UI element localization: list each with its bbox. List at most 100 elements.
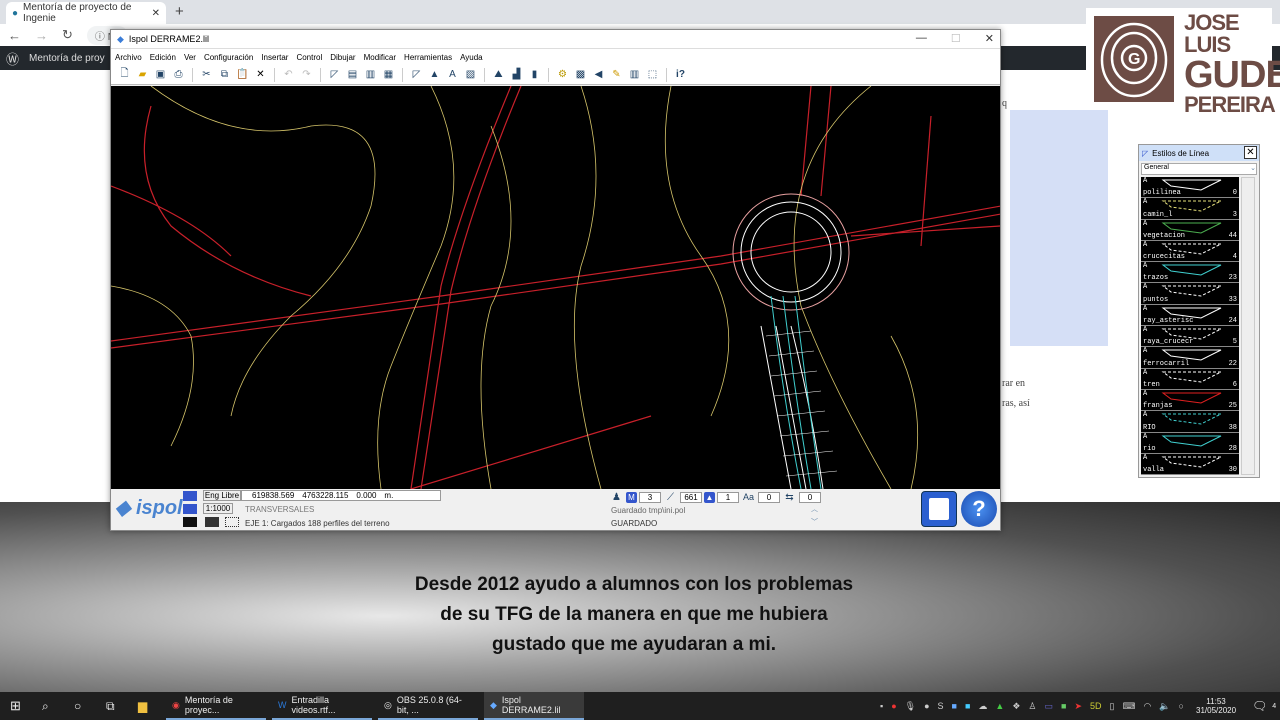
chart-icon[interactable]: ▥ [627,68,642,82]
scale-selector[interactable]: 1:1000 [203,503,233,514]
profile-text-icon[interactable]: ▥ [363,68,378,82]
clock[interactable]: 11:53 31/05/2020 [1196,692,1236,720]
tray-app-icon[interactable]: ➤ [1074,701,1082,712]
open-folder-icon[interactable]: ▰ [135,68,150,82]
tray-app-icon[interactable]: ▪ [880,701,883,711]
plan-window-icon[interactable]: ◸ [409,68,424,82]
drive-icon[interactable]: ▲ [995,701,1004,711]
settings-gear-icon[interactable]: ⚙ [555,68,570,82]
save-floppy-button[interactable] [921,491,957,527]
browser-tab[interactable]: ● Mentoría de proyecto de Ingenie ✕ [6,2,166,24]
taskbar-app-word[interactable]: W Entradilla videos.rtf... [272,692,372,720]
wordpress-logo-icon[interactable]: Ⓦ [6,49,19,68]
notifications-icon[interactable]: 🗨 4 [1252,692,1276,720]
line-icon[interactable]: ⟋ [663,490,678,504]
sections-icon[interactable]: ▦ [381,68,396,82]
maximize-button[interactable]: ☐ [951,32,961,45]
menu-modificar[interactable]: Modificar [364,53,396,62]
line-style-item[interactable]: A RIO 38 [1141,411,1239,433]
line-style-item[interactable]: A valla 30 [1141,454,1239,476]
image-icon[interactable]: ▩ [573,68,588,82]
m-icon[interactable]: M [626,491,637,503]
menu-insertar[interactable]: Insertar [261,53,288,62]
paste-icon[interactable]: 📋 [235,68,250,82]
layer-icon[interactable]: ▮ [527,68,542,82]
taskbar-app-ispol[interactable]: ◆ Ispol DERRAME2.lil [484,692,584,720]
taskbar-app-chrome[interactable]: ◉ Mentoría de proyec... [166,692,266,720]
drawing-canvas[interactable] [110,85,1002,490]
menu-configuracion[interactable]: Configuración [204,53,253,62]
new-tab-icon[interactable]: + [175,3,184,20]
line-style-item[interactable]: A raya_crucecr 5 [1141,326,1239,348]
panel-close-button[interactable]: ✕ [1244,146,1257,159]
back-icon[interactable]: ← [8,28,21,43]
menu-edicion[interactable]: Edición [150,53,176,62]
black-background-icon[interactable] [183,517,197,527]
pencil-icon[interactable]: ✎ [609,68,624,82]
focus-icon[interactable]: ○ [1179,701,1184,711]
sections-window-icon[interactable]: ▧ [463,68,478,82]
scroll-down-icon[interactable]: ﹀ [811,517,818,527]
save-icon[interactable]: ▣ [153,68,168,82]
task-view-icon[interactable]: ⧉ [106,692,115,720]
start-windows-icon[interactable]: ⊞ [10,692,21,720]
taskbar-app-obs[interactable]: ◎ OBS 25.0.8 (64-bit, ... [378,692,478,720]
microphone-icon[interactable]: 🎙 [905,701,916,712]
dropbox-icon[interactable]: ❖ [1012,701,1020,712]
3d-box-icon[interactable]: ⬚ [645,68,660,82]
volume-icon[interactable]: 🔈 [1159,701,1170,712]
close-button[interactable]: ✕ [985,32,994,45]
coord-mode-icon[interactable] [183,491,197,501]
menu-ayuda[interactable]: Ayuda [460,53,483,62]
battery-icon[interactable]: ▯ [1110,701,1115,712]
delete-icon[interactable]: ✕ [253,68,268,82]
copy-icon[interactable]: ⧉ [217,68,232,82]
keyboard-icon[interactable]: ⌨ [1122,701,1135,712]
line-style-item[interactable]: A tren 6 [1141,369,1239,390]
line-style-item[interactable]: A ray_asterisc 24 [1141,305,1239,327]
swap-icon[interactable]: ⇆ [782,490,797,504]
tray-record-icon[interactable]: ● [891,701,896,711]
help-button[interactable]: ? [961,491,997,527]
menu-dibujar[interactable]: Dibujar [330,53,355,62]
redo-icon[interactable]: ↷ [299,68,314,82]
line-style-item[interactable]: A franjas 25 [1141,390,1239,412]
terrain-icon[interactable]: ⛰ [491,68,506,82]
usb-icon[interactable]: ♙ [1028,701,1036,712]
text-aa-icon[interactable]: Aa [741,490,756,504]
edit-mode-button[interactable]: Eng Libre [203,490,241,501]
menu-control[interactable]: Control [296,53,322,62]
skype-icon[interactable]: S [938,701,944,711]
new-file-icon[interactable]: 🗋 [117,68,132,82]
close-tab-icon[interactable]: ✕ [152,8,160,19]
line-style-item[interactable]: A crucecitas 4 [1141,241,1239,263]
line-style-item[interactable]: A trazos 23 [1141,262,1239,284]
menu-ver[interactable]: Ver [184,53,196,62]
grid-icon[interactable] [205,517,219,527]
profile-icon[interactable]: ♟ [609,490,624,504]
profile-view-icon[interactable]: ▤ [345,68,360,82]
panel-scrollbar[interactable] [1241,177,1255,475]
search-icon[interactable]: ⌕ [42,692,49,720]
measure-icon[interactable]: ▟ [509,68,524,82]
file-explorer-icon[interactable]: ▆ [138,692,147,720]
monitor-icon[interactable]: ▭ [1044,701,1053,712]
wifi-icon[interactable]: ◠ [1143,701,1151,712]
line-style-item[interactable]: A vegetacion 44 [1141,220,1239,241]
help-info-icon[interactable]: i? [673,68,688,82]
line-style-item[interactable]: A rio 28 [1141,433,1239,454]
minimize-button[interactable]: — [916,32,927,45]
scroll-up-icon[interactable]: ︿ [811,504,818,514]
frame-icon[interactable] [225,517,239,527]
tray-app-icon[interactable]: 5D [1090,701,1102,711]
tray-app-icon[interactable]: ■ [965,701,970,711]
cloud-icon[interactable]: ☁ [978,701,987,712]
text-window-icon[interactable]: A [445,68,460,82]
style-category-select[interactable]: General ⌄ [1141,163,1257,175]
cut-icon[interactable]: ✂ [199,68,214,82]
arrow-left-icon[interactable]: ◀ [591,68,606,82]
reload-icon[interactable]: ↻ [62,27,73,43]
tray-app-icon[interactable]: ■ [1061,701,1066,711]
triangle-icon[interactable]: ▲ [704,491,715,503]
cortana-icon[interactable]: ○ [74,692,81,720]
